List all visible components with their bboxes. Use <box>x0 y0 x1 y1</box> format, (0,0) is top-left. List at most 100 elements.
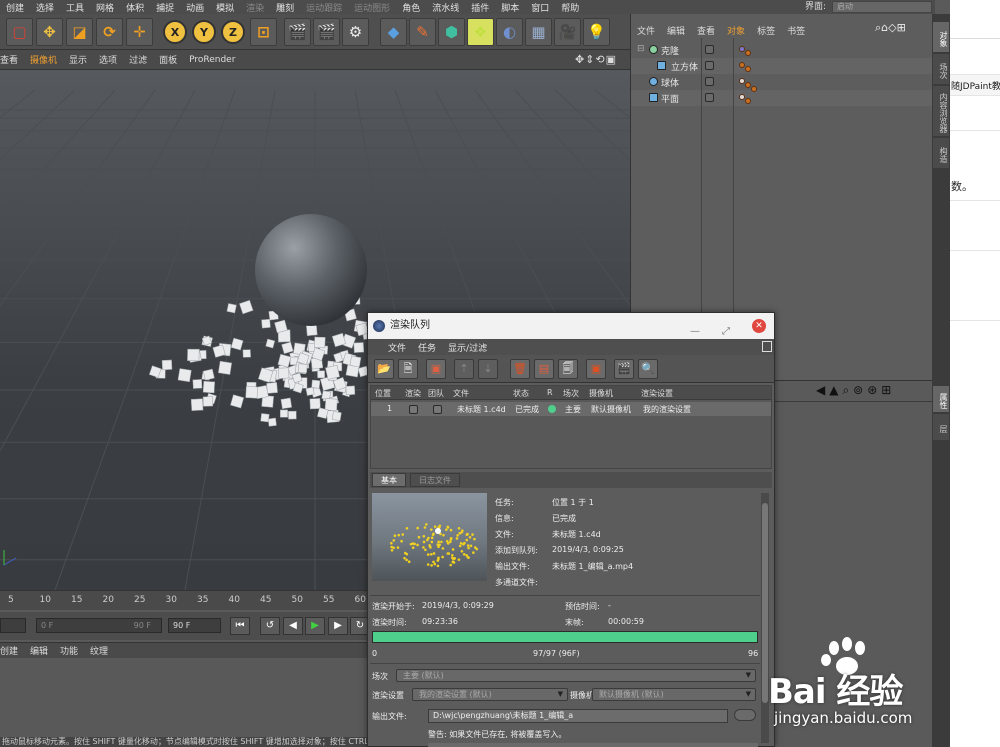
output-file-field[interactable]: D:\wjc\pengzhuang\未标题 1_编辑_a <box>428 709 728 723</box>
light-icon[interactable]: 💡 <box>583 18 610 46</box>
object-row-cloner[interactable]: ⊟ 克隆 <box>631 42 933 58</box>
material-menu-edit[interactable]: 编辑 <box>24 644 54 657</box>
menu-item[interactable]: 脚本 <box>495 1 525 14</box>
material-menu-texture[interactable]: 纹理 <box>84 644 114 657</box>
current-frame-field[interactable] <box>0 618 26 633</box>
menu-item[interactable]: 创建 <box>0 1 30 14</box>
side-tab-attributes[interactable]: 属性 <box>933 386 949 412</box>
col-status[interactable]: 状态 <box>513 388 529 399</box>
menu-item[interactable]: 工具 <box>60 1 90 14</box>
browse-button[interactable] <box>734 709 756 721</box>
pen-icon[interactable]: ✎ <box>409 18 436 46</box>
side-tab-takes[interactable]: 场次 <box>933 54 949 84</box>
menu-item[interactable]: 网格 <box>90 1 120 14</box>
menu-item[interactable]: 选择 <box>30 1 60 14</box>
dialog-titlebar[interactable]: 渲染队列 — ⤢ ✕ <box>368 313 774 339</box>
viewport-menu-view[interactable]: 查看 <box>0 53 24 66</box>
menu-item[interactable]: 流水线 <box>426 1 465 14</box>
viewport-menu-prorender[interactable]: ProRender <box>183 55 241 65</box>
coordinate-system-icon[interactable]: ⊡ <box>250 18 277 46</box>
om-menu-item[interactable]: 文件 <box>631 24 661 37</box>
scale-icon[interactable]: ◪ <box>66 18 93 46</box>
om-menu-item[interactable]: 对象 <box>721 24 751 37</box>
col-team[interactable]: 团队 <box>428 388 444 399</box>
next-field[interactable] <box>428 743 758 747</box>
deformer-icon[interactable]: ◐ <box>496 18 523 46</box>
om-menu-item[interactable]: 查看 <box>691 24 721 37</box>
stop-render-icon[interactable]: ▣ <box>586 359 606 379</box>
col-render-settings[interactable]: 渲染设置 <box>641 388 673 399</box>
col-render[interactable]: 渲染 <box>405 388 421 399</box>
render-preview-icon[interactable]: 🔍 <box>638 359 658 379</box>
add-file-icon[interactable]: 🗎 <box>398 359 418 379</box>
tab-log[interactable]: 日志文件 <box>410 473 460 487</box>
om-menu-item[interactable]: 编辑 <box>661 24 691 37</box>
rq-menu-file[interactable]: 文件 <box>382 341 412 354</box>
side-tab-content-browser[interactable]: 内容浏览器 <box>933 86 949 136</box>
team-checkbox[interactable] <box>433 405 442 414</box>
om-search-icon[interactable]: ⌕⌂◇⊞ <box>875 21 906 35</box>
panel-toggle-icon[interactable] <box>762 341 772 352</box>
attribute-nav-icons[interactable]: ◀▲⌕⊚⊛⊞ <box>816 383 895 398</box>
render-checkbox[interactable] <box>409 405 418 414</box>
camera-icon[interactable]: 🎥 <box>554 18 581 46</box>
close-icon[interactable]: ✕ <box>752 319 766 333</box>
menu-item[interactable]: 模拟 <box>210 1 240 14</box>
viewport-menu-options[interactable]: 选项 <box>93 53 123 66</box>
menu-item[interactable]: 雕刻 <box>270 1 300 14</box>
menu-item[interactable]: 运动跟踪 <box>300 1 348 14</box>
menu-item[interactable]: 动画 <box>180 1 210 14</box>
table-row[interactable]: 1 未标题 1.c4d 已完成 主要 默认摄像机 我的渲染设置 <box>371 402 771 416</box>
end-frame-field[interactable]: 90 F <box>168 618 221 633</box>
collapse-icon[interactable]: ⊟ <box>637 44 645 54</box>
rq-menu-display-filter[interactable]: 显示/过滤 <box>442 341 493 354</box>
render-picture-viewer-icon[interactable]: 🎬 <box>313 18 340 46</box>
menu-item[interactable]: 体积 <box>120 1 150 14</box>
render-view-icon[interactable]: 🎬 <box>284 18 311 46</box>
cloner-icon[interactable]: ❖ <box>467 18 494 46</box>
menu-item[interactable]: 捕捉 <box>150 1 180 14</box>
viewport-menu-camera[interactable]: 摄像机 <box>24 53 63 66</box>
menu-item[interactable]: 角色 <box>396 1 426 14</box>
render-settings-dropdown[interactable]: 我的渲染设置 (默认) ▼ <box>412 688 568 701</box>
move-up-icon[interactable]: ⇡ <box>454 359 474 379</box>
next-frame-icon[interactable]: ▶ <box>328 617 348 635</box>
start-render-icon[interactable]: 🎬 <box>614 359 634 379</box>
col-r[interactable]: R <box>547 388 553 397</box>
object-row-sphere[interactable]: 球体 <box>631 74 933 90</box>
om-menu-item[interactable]: 书签 <box>781 24 811 37</box>
layout-select[interactable]: 启动 <box>832 1 932 13</box>
subdivision-icon[interactable]: ⬢ <box>438 18 465 46</box>
viewport-nav-icons[interactable]: ✥⇕⟲▣ <box>575 53 617 66</box>
menu-item[interactable]: 运动图形 <box>348 1 396 14</box>
preview-range-field[interactable]: 0 F 90 F <box>36 618 162 633</box>
viewport-menu-panel[interactable]: 面板 <box>153 53 183 66</box>
selection-rect-icon[interactable]: ▢ <box>6 18 33 46</box>
object-row-cube[interactable]: 立方体 <box>631 58 933 74</box>
menu-item[interactable]: 窗口 <box>525 1 555 14</box>
take-dropdown[interactable]: 主要 (默认) ▼ <box>396 669 756 682</box>
rq-menu-job[interactable]: 任务 <box>412 341 442 354</box>
play-icon[interactable]: ▶ <box>305 617 325 635</box>
col-file[interactable]: 文件 <box>453 388 469 399</box>
object-row-plane[interactable]: 平面 <box>631 90 933 106</box>
menu-item[interactable]: 插件 <box>465 1 495 14</box>
col-camera[interactable]: 摄像机 <box>589 388 613 399</box>
y-axis-button[interactable]: Y <box>192 20 216 44</box>
move-icon[interactable]: ✥ <box>36 18 63 46</box>
job-list-icon[interactable]: ▤ <box>534 359 554 379</box>
move-down-icon[interactable]: ⇣ <box>478 359 498 379</box>
open-icon[interactable]: 📂 <box>374 359 394 379</box>
rotate-icon[interactable]: ⟳ <box>96 18 123 46</box>
floor-icon[interactable]: ▦ <box>525 18 552 46</box>
material-menu-function[interactable]: 功能 <box>54 644 84 657</box>
menu-item[interactable]: 渲染 <box>240 1 270 14</box>
viewport-menu-display[interactable]: 显示 <box>63 53 93 66</box>
side-tab-layers[interactable]: 层 <box>933 414 949 440</box>
log-icon[interactable]: 🗐 <box>558 359 578 379</box>
col-position[interactable]: 位置 <box>375 388 391 399</box>
render-settings-icon[interactable]: ⚙ <box>342 18 369 46</box>
material-menu-create[interactable]: 创建 <box>0 644 24 657</box>
side-tab-structure[interactable]: 构造 <box>933 138 949 168</box>
camera-dropdown[interactable]: 默认摄像机 (默认) ▼ <box>592 688 756 701</box>
